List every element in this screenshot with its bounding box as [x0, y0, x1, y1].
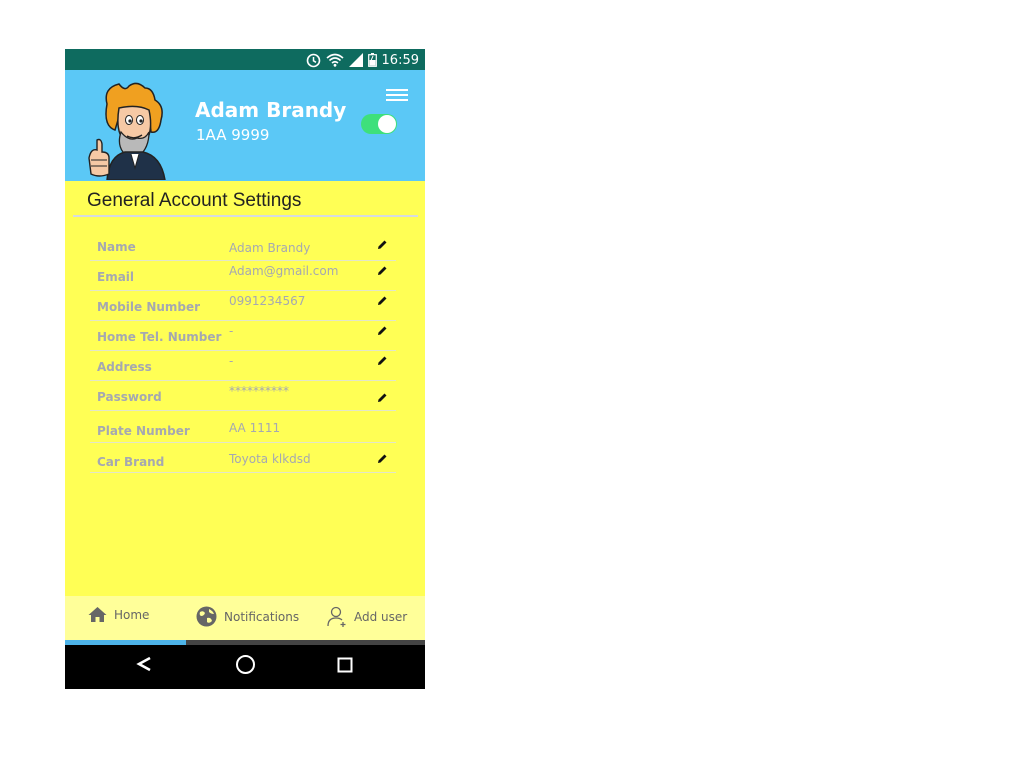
wifi-icon	[326, 53, 344, 67]
row-label: Name	[97, 240, 136, 254]
row-value: -	[229, 324, 234, 338]
status-toggle[interactable]	[361, 114, 397, 134]
edit-pencil-icon[interactable]	[377, 295, 388, 306]
nav-add-user[interactable]: Add user	[327, 606, 407, 628]
settings-row-address: Address -	[90, 351, 396, 381]
globe-icon	[196, 606, 217, 627]
settings-row-mobile: Mobile Number 0991234567	[90, 291, 396, 321]
row-value: 0991234567	[229, 294, 306, 308]
signal-icon	[348, 53, 363, 67]
settings-row-name: Name Adam Brandy	[90, 229, 396, 261]
settings-list: Name Adam Brandy Email Adam@gmail.com Mo…	[90, 229, 396, 473]
row-label: Car Brand	[97, 455, 165, 469]
edit-pencil-icon[interactable]	[377, 239, 388, 250]
profile-plate: 1AA 9999	[196, 126, 270, 144]
settings-row-password: Password **********	[90, 381, 396, 411]
nav-notifications[interactable]: Notifications	[196, 606, 299, 627]
toggle-knob	[378, 115, 396, 133]
row-value: Adam@gmail.com	[229, 264, 339, 278]
nav-home-label: Home	[114, 607, 150, 622]
status-bar: 16:59	[65, 49, 425, 70]
recents-icon[interactable]	[337, 657, 353, 673]
row-label: Mobile Number	[97, 300, 201, 314]
profile-header: Adam Brandy 1AA 9999	[65, 70, 425, 181]
hamburger-menu-icon[interactable]	[386, 88, 408, 104]
settings-row-email: Email Adam@gmail.com	[90, 261, 396, 291]
row-value: Adam Brandy	[229, 241, 311, 255]
nav-add-user-label: Add user	[354, 610, 408, 624]
system-nav-bar	[65, 645, 425, 689]
home-icon	[88, 607, 107, 622]
home-circle-icon[interactable]	[235, 654, 256, 675]
row-label: Email	[97, 270, 135, 284]
row-label: Password	[97, 390, 162, 404]
bottom-nav: Home Notifications Add user	[65, 596, 425, 640]
edit-pencil-icon[interactable]	[377, 392, 388, 403]
row-label: Home Tel. Number	[97, 330, 222, 344]
settings-row-car-brand: Car Brand Toyota klkdsd	[90, 443, 396, 473]
alarm-icon	[306, 53, 320, 67]
page-title: General Account Settings	[87, 190, 302, 211]
nav-home[interactable]: Home	[88, 606, 149, 623]
row-label: Address	[97, 360, 152, 374]
status-icons: 16:59	[306, 52, 419, 68]
title-divider	[73, 215, 418, 217]
settings-row-plate: Plate Number AA 1111	[90, 411, 396, 443]
edit-pencil-icon[interactable]	[377, 325, 388, 336]
battery-icon	[367, 53, 377, 67]
avatar	[88, 82, 166, 180]
row-value: **********	[229, 384, 289, 398]
profile-name: Adam Brandy	[195, 98, 347, 122]
row-label: Plate Number	[97, 424, 190, 438]
add-user-icon	[327, 606, 346, 627]
row-value: AA 1111	[229, 421, 281, 435]
back-icon[interactable]	[135, 655, 153, 673]
status-time: 16:59	[381, 52, 419, 68]
settings-row-home-tel: Home Tel. Number -	[90, 321, 396, 351]
phone-screen: 16:59 Adam Brandy 1AA 9999 General Accou…	[65, 49, 425, 689]
edit-pencil-icon[interactable]	[377, 355, 388, 366]
edit-pencil-icon[interactable]	[377, 265, 388, 276]
row-value: -	[229, 354, 234, 368]
edit-pencil-icon[interactable]	[377, 453, 388, 464]
row-value: Toyota klkdsd	[229, 452, 311, 466]
nav-notifications-label: Notifications	[224, 609, 300, 624]
